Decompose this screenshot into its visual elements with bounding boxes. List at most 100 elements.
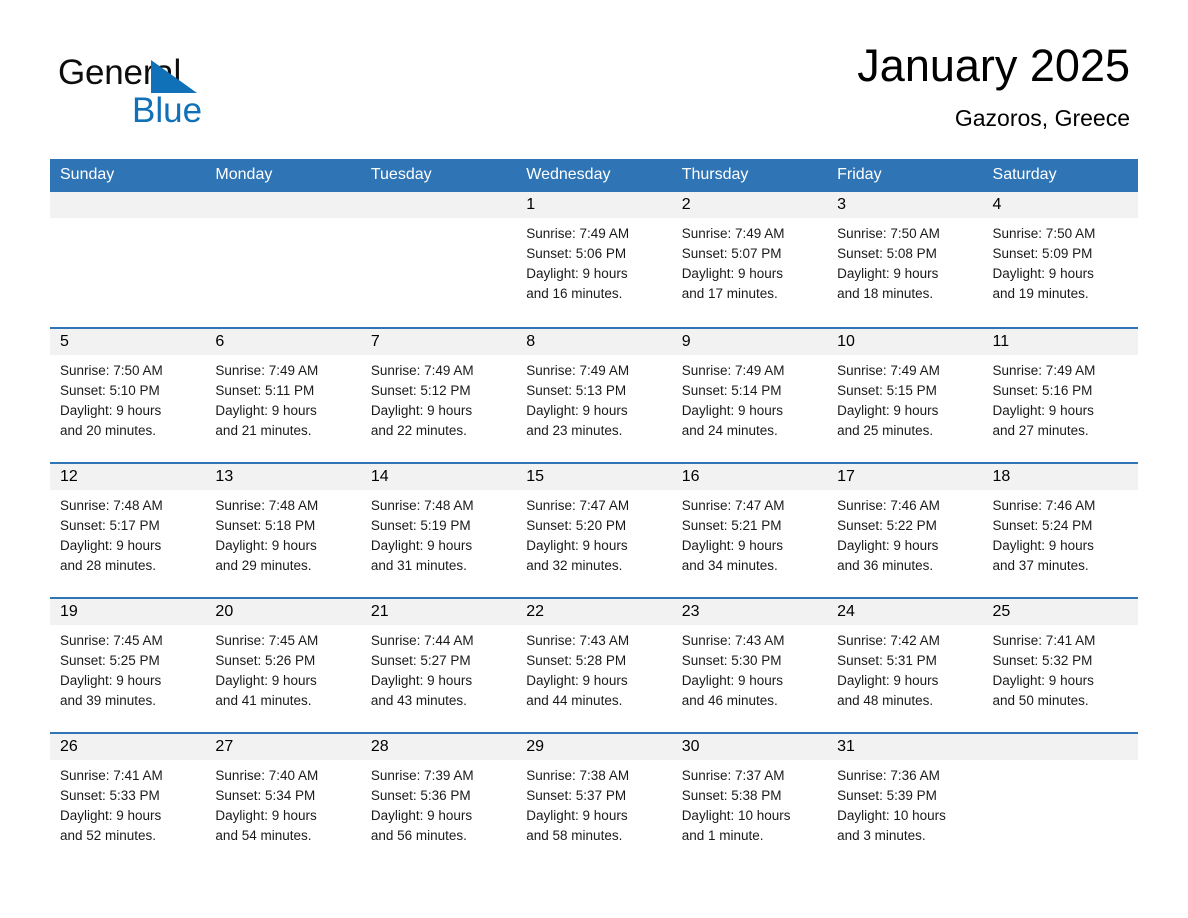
sunset-text: Sunset: 5:31 PM (837, 653, 937, 668)
day-cell[interactable]: 27 Sunrise: 7:40 AM Sunset: 5:34 PM Dayligh… (205, 732, 361, 867)
weekday-header-friday: Friday (827, 159, 983, 192)
day-cell[interactable]: 23 Sunrise: 7:43 AM Sunset: 5:30 PM Dayligh… (671, 597, 828, 732)
calendar-body: 1 Sunrise: 7:49 AM Sunset: 5:06 PM Daylight… (50, 192, 1138, 867)
daylight-text-line2: and 16 minutes. (526, 286, 623, 301)
sunrise-text: Sunrise: 7:42 AM (837, 633, 940, 648)
daylight-text-line1: Daylight: 9 hours (60, 808, 162, 823)
day-cell[interactable]: 3 Sunrise: 7:50 AM Sunset: 5:08 PM Daylight… (827, 192, 983, 327)
day-cell[interactable]: 2 Sunrise: 7:49 AM Sunset: 5:07 PM Daylight… (671, 192, 828, 327)
daylight-text-line1: Daylight: 10 hours (681, 808, 791, 823)
sunrise-text: Sunrise: 7:48 AM (215, 498, 319, 513)
sunrise-text: Sunrise: 7:46 AM (992, 498, 1096, 513)
weekday-header-saturday: Saturday (982, 159, 1138, 192)
day-cell[interactable]: 10 Sunrise: 7:49 AM Sunset: 5:15 PM Dayligh… (827, 327, 983, 462)
calendar-week-row: 19 Sunrise: 7:45 AM Sunset: 5:25 PM Dayligh… (50, 597, 1138, 732)
daylight-text-line1: Daylight: 9 hours (60, 403, 162, 418)
sunrise-text: Sunrise: 7:43 AM (526, 633, 630, 648)
day-number: 20 (215, 603, 234, 620)
daylight-text-line2: and 44 minutes. (526, 693, 623, 708)
sunset-text: Sunset: 5:19 PM (370, 518, 471, 533)
sunset-text: Sunset: 5:15 PM (837, 383, 937, 398)
location-subtitle: Gazoros, Greece (954, 105, 1130, 131)
day-cell[interactable]: 11 Sunrise: 7:49 AM Sunset: 5:16 PM Dayligh… (982, 327, 1138, 462)
day-number: 29 (526, 738, 545, 755)
sunset-text: Sunset: 5:06 PM (526, 246, 627, 261)
day-number: 21 (370, 603, 389, 620)
day-cell[interactable]: 24 Sunrise: 7:42 AM Sunset: 5:31 PM Dayligh… (827, 597, 983, 732)
general-blue-logo[interactable]: General Blue (58, 52, 358, 144)
sunrise-text: Sunrise: 7:36 AM (837, 768, 940, 783)
daylight-text-line1: Daylight: 9 hours (215, 673, 317, 688)
daylight-text-line2: and 41 minutes. (215, 693, 312, 708)
day-cell[interactable] (360, 192, 517, 327)
daylight-text-line1: Daylight: 9 hours (215, 403, 317, 418)
daylight-text-line1: Daylight: 9 hours (370, 808, 473, 823)
daylight-text-line1: Daylight: 9 hours (526, 673, 628, 688)
daylight-text-line1: Daylight: 9 hours (370, 403, 473, 418)
day-cell[interactable]: 29 Sunrise: 7:38 AM Sunset: 5:37 PM Dayligh… (516, 732, 672, 867)
page-title: January 2025 (857, 40, 1130, 91)
day-cell[interactable]: 17 Sunrise: 7:46 AM Sunset: 5:22 PM Dayligh… (827, 462, 983, 597)
daylight-text-line1: Daylight: 9 hours (837, 266, 939, 281)
sunrise-text: Sunrise: 7:49 AM (215, 363, 319, 378)
sunset-text: Sunset: 5:26 PM (215, 653, 316, 668)
day-cell[interactable]: 30 Sunrise: 7:37 AM Sunset: 5:38 PM Dayligh… (671, 732, 828, 867)
sunset-text: Sunset: 5:18 PM (215, 518, 316, 533)
sunset-text: Sunset: 5:25 PM (60, 653, 160, 668)
day-cell[interactable]: 26 Sunrise: 7:41 AM Sunset: 5:33 PM Dayligh… (50, 732, 206, 867)
day-number: 1 (526, 196, 536, 213)
sunset-text: Sunset: 5:08 PM (837, 246, 937, 261)
sunrise-text: Sunrise: 7:50 AM (837, 226, 940, 241)
calendar-week-row: 12 Sunrise: 7:48 AM Sunset: 5:17 PM Dayligh… (50, 462, 1138, 597)
day-number: 3 (837, 196, 847, 213)
sunrise-text: Sunrise: 7:47 AM (526, 498, 630, 513)
day-cell[interactable]: 31 Sunrise: 7:36 AM Sunset: 5:39 PM Dayligh… (827, 732, 983, 867)
daylight-text-line2: and 34 minutes. (681, 558, 778, 573)
day-cell[interactable]: 12 Sunrise: 7:48 AM Sunset: 5:17 PM Dayligh… (50, 462, 206, 597)
daylight-text-line2: and 46 minutes. (681, 693, 778, 708)
day-cell[interactable]: 7 Sunrise: 7:49 AM Sunset: 5:12 PM Daylight… (360, 327, 517, 462)
day-cell[interactable]: 25 Sunrise: 7:41 AM Sunset: 5:32 PM Dayligh… (982, 597, 1138, 732)
sunset-text: Sunset: 5:07 PM (681, 246, 782, 261)
day-number: 28 (370, 738, 389, 755)
sunrise-text: Sunrise: 7:50 AM (60, 363, 163, 378)
calendar-week-row: 26 Sunrise: 7:41 AM Sunset: 5:33 PM Dayligh… (50, 732, 1138, 867)
sunrise-text: Sunrise: 7:45 AM (215, 633, 319, 648)
daylight-text-line1: Daylight: 9 hours (992, 403, 1094, 418)
daylight-text-line2: and 29 minutes. (215, 558, 312, 573)
day-cell[interactable]: 18 Sunrise: 7:46 AM Sunset: 5:24 PM Dayligh… (982, 462, 1138, 597)
daylight-text-line1: Daylight: 9 hours (526, 266, 628, 281)
day-number: 14 (370, 468, 389, 485)
day-cell[interactable]: 4 Sunrise: 7:50 AM Sunset: 5:09 PM Daylight… (982, 192, 1138, 327)
sunrise-text: Sunrise: 7:48 AM (60, 498, 163, 513)
day-cell[interactable]: 14 Sunrise: 7:48 AM Sunset: 5:19 PM Dayligh… (360, 462, 517, 597)
day-cell[interactable] (50, 192, 206, 327)
day-cell[interactable]: 15 Sunrise: 7:47 AM Sunset: 5:20 PM Dayligh… (516, 462, 672, 597)
day-number: 25 (992, 603, 1011, 620)
daylight-text-line2: and 25 minutes. (837, 423, 934, 438)
day-cell[interactable]: 21 Sunrise: 7:44 AM Sunset: 5:27 PM Dayligh… (360, 597, 517, 732)
sunset-text: Sunset: 5:33 PM (60, 788, 160, 803)
day-cell[interactable]: 22 Sunrise: 7:43 AM Sunset: 5:28 PM Dayligh… (516, 597, 672, 732)
sunset-text: Sunset: 5:28 PM (526, 653, 627, 668)
day-cell[interactable]: 13 Sunrise: 7:48 AM Sunset: 5:18 PM Dayligh… (205, 462, 361, 597)
day-cell[interactable] (982, 732, 1138, 867)
sunset-text: Sunset: 5:10 PM (60, 383, 160, 398)
sunset-text: Sunset: 5:36 PM (370, 788, 471, 803)
day-number: 6 (215, 333, 225, 350)
day-cell[interactable] (205, 192, 361, 327)
sunrise-text: Sunrise: 7:47 AM (681, 498, 785, 513)
sunrise-text: Sunrise: 7:40 AM (215, 768, 319, 783)
sunrise-text: Sunrise: 7:49 AM (992, 363, 1096, 378)
day-cell[interactable]: 5 Sunrise: 7:50 AM Sunset: 5:10 PM Daylight… (50, 327, 206, 462)
daylight-text-line1: Daylight: 9 hours (681, 403, 783, 418)
day-cell[interactable]: 20 Sunrise: 7:45 AM Sunset: 5:26 PM Dayligh… (205, 597, 361, 732)
sunset-text: Sunset: 5:32 PM (992, 653, 1093, 668)
day-cell[interactable]: 19 Sunrise: 7:45 AM Sunset: 5:25 PM Dayligh… (50, 597, 206, 732)
day-cell[interactable]: 9 Sunrise: 7:49 AM Sunset: 5:14 PM Daylight… (671, 327, 828, 462)
day-cell[interactable]: 8 Sunrise: 7:49 AM Sunset: 5:13 PM Daylight… (516, 327, 672, 462)
day-cell[interactable]: 1 Sunrise: 7:49 AM Sunset: 5:06 PM Daylight… (516, 192, 672, 327)
day-cell[interactable]: 28 Sunrise: 7:39 AM Sunset: 5:36 PM Dayligh… (360, 732, 517, 867)
day-cell[interactable]: 16 Sunrise: 7:47 AM Sunset: 5:21 PM Dayligh… (671, 462, 828, 597)
day-cell[interactable]: 6 Sunrise: 7:49 AM Sunset: 5:11 PM Daylight… (205, 327, 361, 462)
